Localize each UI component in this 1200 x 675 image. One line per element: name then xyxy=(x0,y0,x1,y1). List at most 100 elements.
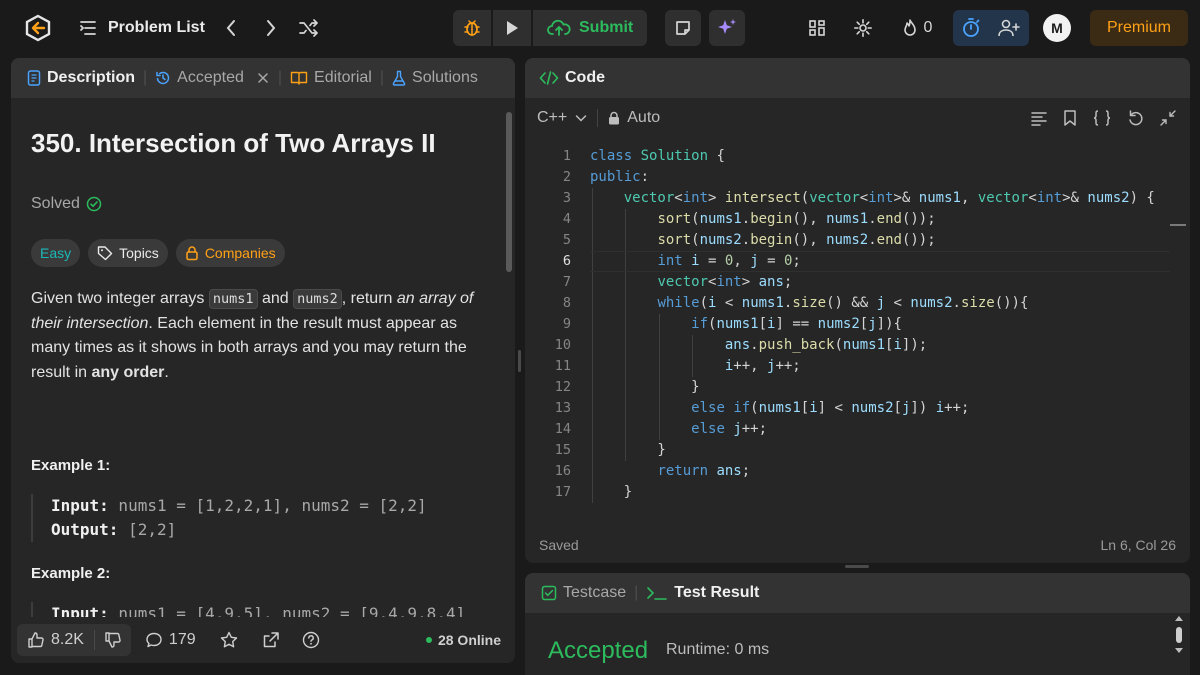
submit-label: Submit xyxy=(579,19,634,36)
code-panel: Code C++ Auto 1 class Solution { 2 publi… xyxy=(525,58,1190,563)
cloud-upload-icon xyxy=(547,19,571,36)
difficulty-badge[interactable]: Easy xyxy=(31,239,81,267)
sparkle-icon xyxy=(718,19,736,34)
output-value: [2,2] xyxy=(118,520,177,539)
comments-button[interactable]: 179 xyxy=(145,631,196,649)
premium-button[interactable]: Premium xyxy=(1090,10,1188,46)
debug-button[interactable] xyxy=(453,10,491,46)
autocomplete-mode[interactable]: Auto xyxy=(608,109,660,127)
prev-problem-button[interactable] xyxy=(220,16,242,40)
cursor-position: Ln 6, Col 26 xyxy=(1100,537,1177,553)
topics-button[interactable]: Topics xyxy=(88,239,168,267)
layout-button[interactable] xyxy=(805,16,829,40)
scroll-thumb[interactable] xyxy=(1176,627,1182,643)
language-select[interactable]: C++ xyxy=(537,109,587,127)
tab-description[interactable]: Description xyxy=(27,69,135,87)
leetcode-logo-icon[interactable] xyxy=(24,14,52,42)
example-block: Input: nums1 = [1,2,2,1], nums2 = [2,2] … xyxy=(31,494,491,542)
problem-list-button[interactable]: Problem List xyxy=(78,16,205,40)
companies-button[interactable]: Companies xyxy=(175,239,285,267)
code-line: } xyxy=(590,379,700,395)
dislike-button[interactable] xyxy=(95,631,131,649)
timer-button[interactable] xyxy=(953,10,989,46)
collapse-icon[interactable] xyxy=(1160,110,1176,126)
avatar[interactable]: M xyxy=(1043,14,1071,42)
tab-accepted[interactable]: Accepted xyxy=(155,69,270,87)
code-line: } xyxy=(590,442,666,458)
code-line: ans.push_back(nums1[i]); xyxy=(724,337,928,353)
notes-button[interactable] xyxy=(665,10,701,46)
example-title: Example 1: xyxy=(31,457,111,474)
random-problem-button[interactable] xyxy=(296,16,322,40)
topics-label: Topics xyxy=(119,245,159,261)
streak-counter[interactable]: 0 xyxy=(897,16,937,40)
lock-icon xyxy=(609,111,620,125)
lock-icon xyxy=(186,246,198,261)
solved-label: Solved xyxy=(31,195,80,212)
tab-divider: | xyxy=(379,69,385,86)
line-number: 16 xyxy=(554,463,571,479)
test-scrollbar[interactable] xyxy=(1175,615,1183,675)
description-scrollbar[interactable] xyxy=(506,112,512,272)
ai-assistant-button[interactable] xyxy=(709,10,745,46)
star-icon[interactable] xyxy=(219,630,239,650)
braces-icon[interactable] xyxy=(1092,109,1112,127)
timer-collab-group xyxy=(953,10,1029,46)
test-tabs: Testcase | Test Result xyxy=(525,573,1190,613)
add-collaborator-button[interactable] xyxy=(989,10,1029,46)
tab-solutions[interactable]: Solutions xyxy=(392,69,478,87)
code-line: while(i < nums1.size() && j < nums2.size… xyxy=(657,295,1029,311)
example-title: Example 2: xyxy=(31,565,111,582)
book-icon xyxy=(290,71,308,85)
code-panel-header: Code xyxy=(525,58,1190,98)
format-icon[interactable] xyxy=(1030,110,1048,126)
line-number: 4 xyxy=(562,211,571,227)
code-editor[interactable]: 1 class Solution { 2 public: 3 vector<int>… xyxy=(525,146,1190,516)
reset-icon[interactable] xyxy=(1127,109,1145,127)
save-status: Saved xyxy=(539,537,579,553)
input-label: Input: xyxy=(51,496,109,515)
line-number: 12 xyxy=(554,379,571,395)
code-line: vector<int> ans; xyxy=(657,274,793,290)
checkbox-icon xyxy=(541,585,557,601)
line-number: 6 xyxy=(562,253,571,269)
tab-label: Solutions xyxy=(412,69,478,86)
submit-button[interactable]: Submit xyxy=(533,10,648,46)
panel-resize-handle[interactable] xyxy=(845,565,869,568)
thumbs-down-icon xyxy=(105,632,121,648)
description-tabs: Description | Accepted | Editorial | Sol… xyxy=(11,58,515,98)
close-icon[interactable] xyxy=(256,71,270,85)
line-number: 11 xyxy=(554,358,571,374)
bookmark-icon[interactable] xyxy=(1063,109,1077,127)
line-number: 5 xyxy=(562,232,571,248)
line-number: 7 xyxy=(562,274,571,290)
note-icon xyxy=(676,21,690,35)
tab-testcase[interactable]: Testcase xyxy=(541,584,626,602)
comment-icon xyxy=(146,632,162,648)
tab-label: Test Result xyxy=(674,584,760,601)
panel-resize-handle[interactable] xyxy=(518,350,521,372)
run-button[interactable] xyxy=(493,10,531,46)
check-circle-icon xyxy=(86,196,102,212)
next-problem-button[interactable] xyxy=(260,16,282,40)
code-line: return ans; xyxy=(657,463,751,479)
toolbar-divider xyxy=(597,109,599,127)
grid-layout-icon xyxy=(809,20,825,36)
play-icon xyxy=(507,21,518,35)
share-icon[interactable] xyxy=(262,631,280,649)
run-controls: Submit xyxy=(453,10,648,46)
code-line: } xyxy=(590,484,633,500)
tab-editorial[interactable]: Editorial xyxy=(290,69,372,87)
description-footer: 8.2K 179 28 Online xyxy=(11,617,515,663)
settings-button[interactable] xyxy=(851,16,875,40)
code-line: else j++; xyxy=(691,421,768,437)
problem-description: 350. Intersection of Two Arrays II Solve… xyxy=(31,116,491,626)
line-number: 3 xyxy=(562,190,571,206)
help-icon[interactable] xyxy=(302,631,320,649)
like-button[interactable]: 8.2K xyxy=(17,631,94,649)
shuffle-icon xyxy=(299,19,318,37)
tab-label: Accepted xyxy=(177,69,244,86)
list-icon xyxy=(80,21,96,35)
tab-test-result[interactable]: Test Result xyxy=(646,584,759,602)
description-panel: Description | Accepted | Editorial | Sol… xyxy=(11,58,515,663)
